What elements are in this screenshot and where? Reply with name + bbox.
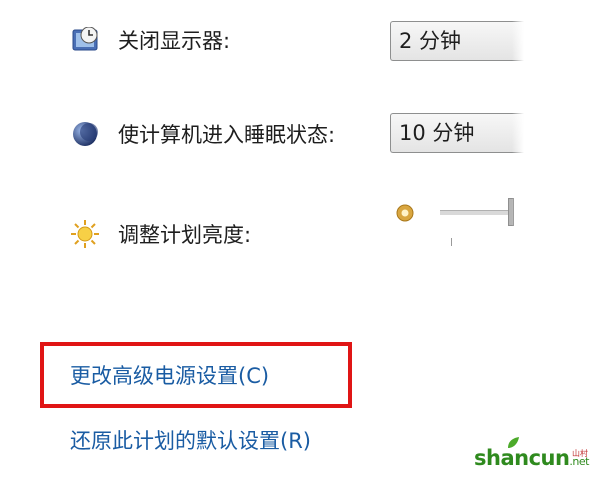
restore-defaults-link[interactable]: 还原此计划的默认设置(R) [70, 428, 311, 454]
moon-icon [73, 122, 98, 146]
slider-tick [451, 238, 452, 246]
display-off-value: 2 分钟 [399, 29, 462, 53]
clipped-edge [512, 0, 600, 481]
display-off-dropdown[interactable]: 2 分钟 [390, 21, 530, 61]
display-off-label: 关闭显示器: [118, 29, 231, 53]
display-clock-icon [72, 27, 98, 51]
brightness-slider-track[interactable] [440, 210, 512, 215]
advanced-power-settings-link[interactable]: 更改高级电源设置(C) [70, 363, 269, 389]
sleep-dropdown[interactable]: 10 分钟 [390, 113, 530, 153]
sleep-value: 10 分钟 [399, 121, 475, 145]
sun-icon [71, 220, 99, 248]
brightness-label: 调整计划亮度: [118, 223, 252, 247]
watermark-brand: shancun [474, 446, 570, 470]
dim-brightness-icon [396, 204, 414, 222]
sleep-label: 使计算机进入睡眠状态: [118, 123, 336, 147]
watermark-cjk: 山村 [572, 449, 588, 458]
